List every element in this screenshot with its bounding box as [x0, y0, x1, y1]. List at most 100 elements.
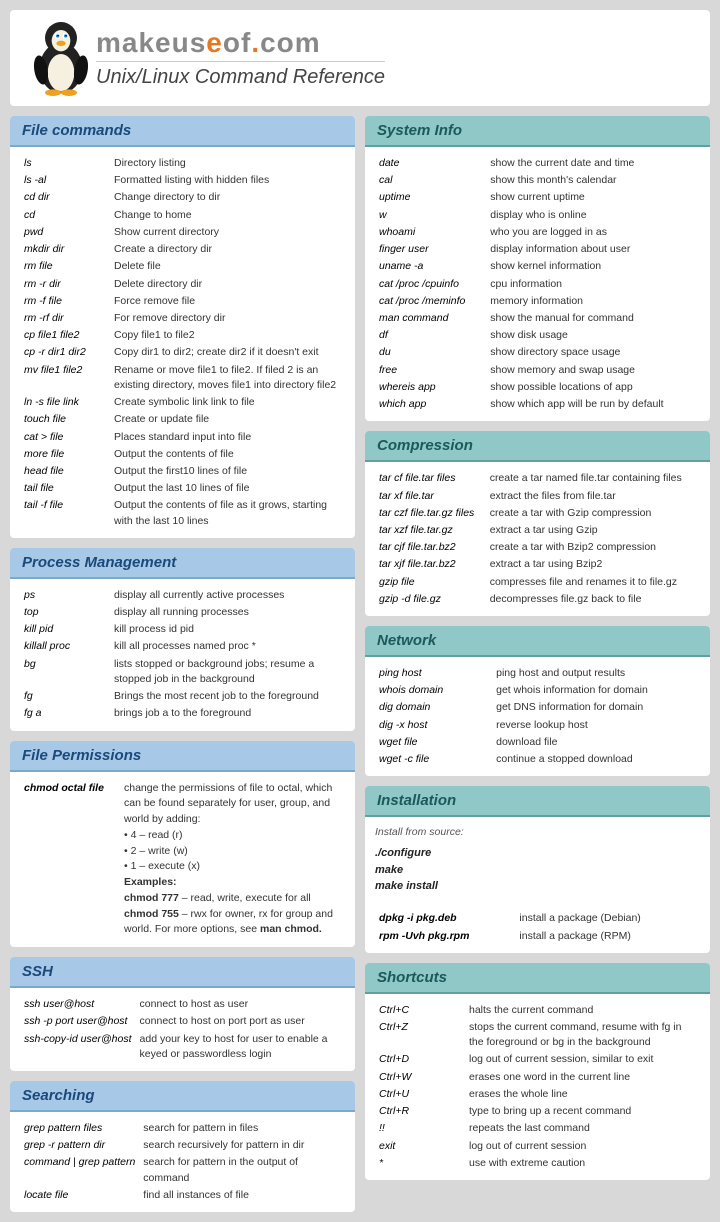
cmd-cell: du — [375, 344, 486, 361]
shortcut-key: !! — [375, 1120, 465, 1137]
desc-cell: show which app will be run by default — [486, 396, 700, 413]
source-cmd: ./configure — [375, 845, 700, 862]
table-row: fg abrings job a to the foreground — [20, 705, 345, 722]
cmd-cell: rm -r dir — [20, 276, 110, 293]
content-columns: File commands lsDirectory listingls -alF… — [10, 116, 710, 1212]
file-permissions-body: chmod octal file change the permissions … — [10, 772, 355, 948]
cmd-cell: uname -a — [375, 258, 486, 275]
desc-cell: create a tar with Gzip compression — [486, 505, 700, 522]
install-from-label: Install from source: — [375, 825, 700, 841]
table-row: freeshow memory and swap usage — [375, 362, 700, 379]
ssh-body: ssh user@hostconnect to host as userssh … — [10, 988, 355, 1071]
table-row: gzip -d file.gzdecompresses file.gz back… — [375, 591, 700, 608]
cmd-cell: ps — [20, 587, 110, 604]
table-row: Ctrl+Rtype to bring up a recent command — [375, 1103, 700, 1120]
network-table: ping hostping host and output resultswho… — [375, 665, 700, 768]
desc-cell: add your key to host for user to enable … — [136, 1031, 345, 1063]
table-row: grep pattern filessearch for pattern in … — [20, 1120, 345, 1137]
shortcut-desc: erases the whole line — [465, 1086, 700, 1103]
package-commands-table: dpkg -i pkg.debinstall a package (Debian… — [375, 910, 700, 944]
file-commands-section: File commands lsDirectory listingls -alF… — [10, 116, 355, 538]
cmd-cell: ssh user@host — [20, 996, 136, 1013]
shortcut-desc: halts the current command — [465, 1002, 700, 1019]
desc-cell: download file — [492, 734, 700, 751]
table-row: which appshow which app will be run by d… — [375, 396, 700, 413]
table-row: dushow directory space usage — [375, 344, 700, 361]
shortcuts-table: Ctrl+Chalts the current commandCtrl+Zsto… — [375, 1002, 700, 1172]
brand-name: makeuseof.com — [96, 27, 321, 59]
table-row: uptimeshow current uptime — [375, 189, 700, 206]
desc-cell: kill all processes named proc * — [110, 638, 345, 655]
process-management-body: psdisplay all currently active processes… — [10, 579, 355, 731]
cmd-cell: tar xjf file.tar.bz2 — [375, 556, 486, 573]
source-cmd: make install — [375, 878, 700, 895]
table-row: head fileOutput the first10 lines of fil… — [20, 463, 345, 480]
table-row: cdChange to home — [20, 207, 345, 224]
desc-cell: show memory and swap usage — [486, 362, 700, 379]
cmd-cell: ls -al — [20, 172, 110, 189]
table-row: grep -r pattern dirsearch recursively fo… — [20, 1137, 345, 1154]
cmd-cell: tar xzf file.tar.gz — [375, 522, 486, 539]
cmd-cell: whereis app — [375, 379, 486, 396]
table-row: rpm -Uvh pkg.rpminstall a package (RPM) — [375, 928, 700, 945]
desc-cell: who you are logged in as — [486, 224, 700, 241]
ssh-header: SSH — [10, 957, 355, 988]
table-row: fgBrings the most recent job to the fore… — [20, 688, 345, 705]
cmd-cell: grep -r pattern dir — [20, 1137, 139, 1154]
cmd-cell: wget -c file — [375, 751, 492, 768]
table-row: command | grep patternsearch for pattern… — [20, 1154, 345, 1186]
brand-of: e — [206, 27, 223, 58]
table-row: more fileOutput the contents of file — [20, 446, 345, 463]
desc-cell: lists stopped or background jobs; resume… — [110, 656, 345, 688]
cmd-cell: man command — [375, 310, 486, 327]
table-row: Ctrl+Zstops the current command, resume … — [375, 1019, 700, 1051]
compression-section: Compression tar cf file.tar filescreate … — [365, 431, 710, 616]
table-row: tar cjf file.tar.bz2create a tar with Bz… — [375, 539, 700, 556]
table-row: whereis appshow possible locations of ap… — [375, 379, 700, 396]
shortcut-key: * — [375, 1155, 465, 1172]
table-row: Ctrl+Dlog out of current session, simila… — [375, 1051, 700, 1068]
desc-cell: install a package (Debian) — [515, 910, 700, 927]
table-row: chmod octal file change the permissions … — [20, 780, 345, 940]
table-row: *use with extreme caution — [375, 1155, 700, 1172]
process-management-table: psdisplay all currently active processes… — [20, 587, 345, 723]
system-info-body: dateshow the current date and timecalsho… — [365, 147, 710, 421]
table-row: dfshow disk usage — [375, 327, 700, 344]
cmd-cell: rm -f file — [20, 293, 110, 310]
table-row: wget filedownload file — [375, 734, 700, 751]
cmd-cell: locate file — [20, 1187, 139, 1204]
cmd-cell: date — [375, 155, 486, 172]
cmd-cell: cd dir — [20, 189, 110, 206]
cmd-cell: mv file1 file2 — [20, 362, 110, 394]
searching-section: Searching grep pattern filessearch for p… — [10, 1081, 355, 1212]
desc-cell: search for pattern in files — [139, 1120, 345, 1137]
cmd-cell: kill pid — [20, 621, 110, 638]
desc-cell: brings job a to the foreground — [110, 705, 345, 722]
desc-cell: Copy file1 to file2 — [110, 327, 345, 344]
shortcuts-section: Shortcuts Ctrl+Chalts the current comman… — [365, 963, 710, 1180]
file-permissions-header: File Permissions — [10, 741, 355, 772]
desc-cell: create a tar named file.tar containing f… — [486, 470, 700, 487]
cmd-cell: cat > file — [20, 429, 110, 446]
table-row: dig -x hostreverse lookup host — [375, 717, 700, 734]
table-row: dpkg -i pkg.debinstall a package (Debian… — [375, 910, 700, 927]
cmd-cell: killall proc — [20, 638, 110, 655]
header-text: makeuseof.com Unix/Linux Command Referen… — [96, 27, 385, 89]
network-section: Network ping hostping host and output re… — [365, 626, 710, 776]
desc-cell: Delete directory dir — [110, 276, 345, 293]
table-row: killall prockill all processes named pro… — [20, 638, 345, 655]
shortcut-key: Ctrl+R — [375, 1103, 465, 1120]
table-row: exitlog out of current session — [375, 1138, 700, 1155]
desc-cell: Rename or move file1 to file2. If filed … — [110, 362, 345, 394]
table-row: dateshow the current date and time — [375, 155, 700, 172]
cmd-cell: which app — [375, 396, 486, 413]
shortcut-desc: repeats the last command — [465, 1120, 700, 1137]
desc-cell: extract a tar using Gzip — [486, 522, 700, 539]
table-row: bglists stopped or background jobs; resu… — [20, 656, 345, 688]
source-commands: ./configuremakemake install — [375, 845, 700, 895]
desc-cell: create a tar with Bzip2 compression — [486, 539, 700, 556]
table-row: lsDirectory listing — [20, 155, 345, 172]
file-permissions-section: File Permissions chmod octal file change… — [10, 741, 355, 948]
file-permissions-table: chmod octal file change the permissions … — [20, 780, 345, 940]
desc-cell: Create symbolic link link to file — [110, 394, 345, 411]
